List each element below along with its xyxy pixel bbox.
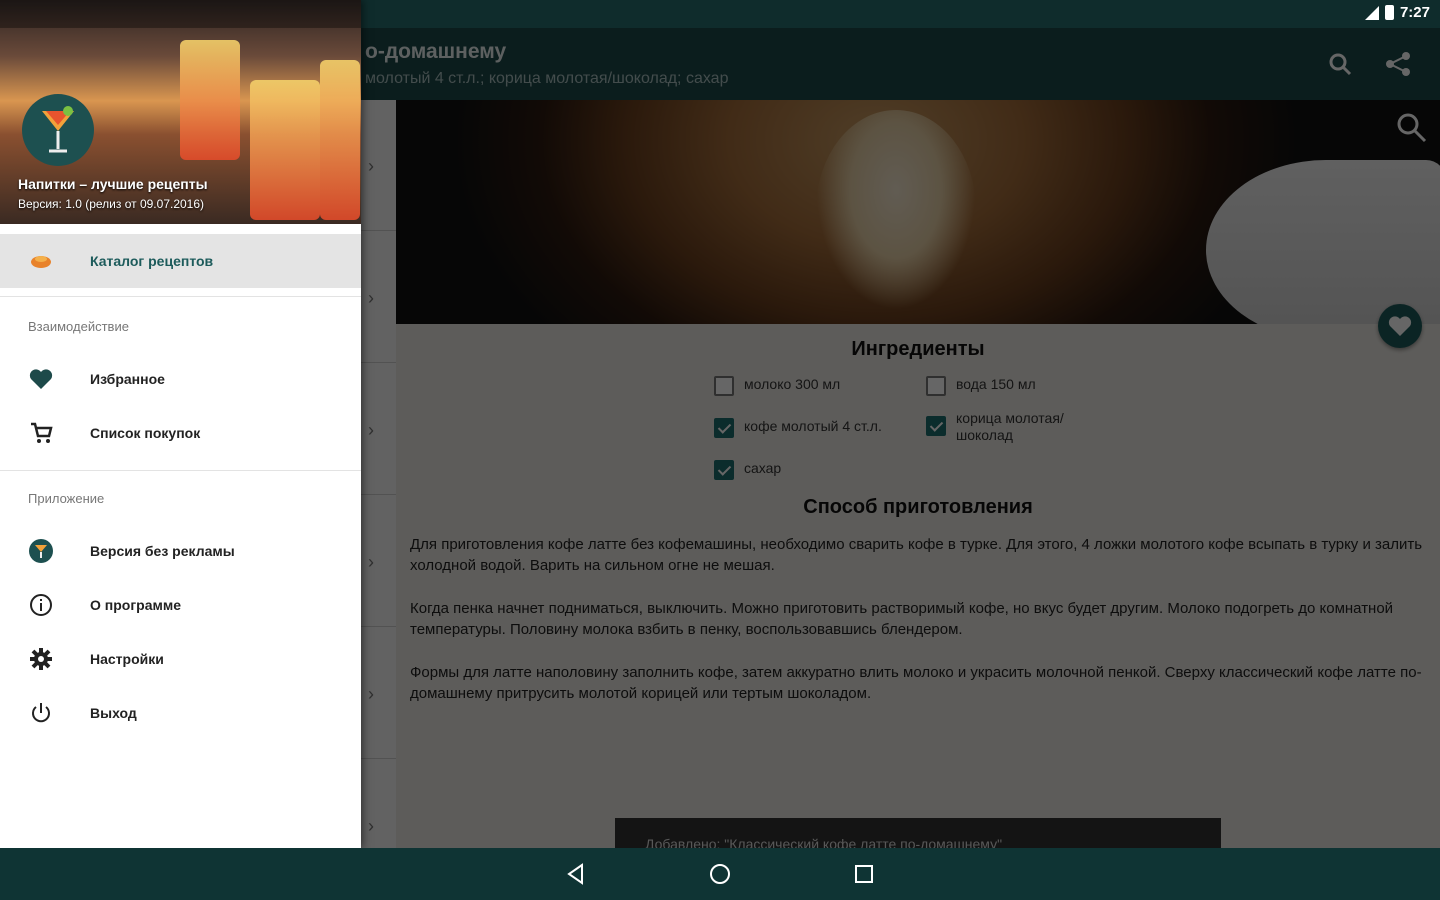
back-icon[interactable] [562,860,590,888]
chevron-right-icon: › [368,156,374,176]
info-icon [28,592,54,618]
ingredient-item[interactable]: молоко 300 мл [714,376,840,396]
power-icon [28,700,54,726]
system-nav-bar [0,848,1440,900]
divider [0,296,361,297]
divider [360,230,396,231]
app-version: Версия: 1.0 (релиз от 09.07.2016) [18,197,205,211]
heart-icon [28,366,54,392]
ingredient-label: кофе молотый 4 ст.л. [744,418,882,434]
nav-item-settings[interactable]: Настройки [0,632,361,686]
method-paragraph: Для приготовления кофе латте без кофемаш… [410,536,1423,574]
catalog-icon [28,248,54,274]
ingredient-item[interactable]: сахар [714,460,781,480]
ingredient-item[interactable]: корица молотая/ шоколад [926,410,1096,444]
ingredient-checkbox[interactable] [926,376,946,396]
gear-icon [28,646,54,672]
ingredient-item[interactable]: кофе молотый 4 ст.л. [714,418,882,438]
divider [360,362,396,363]
drawer-header: Напитки – лучшие рецепты Версия: 1.0 (ре… [0,0,361,224]
method-paragraph: Формы для латте наполовину заполнить коф… [410,664,1422,702]
latte-art [816,110,976,310]
ingredient-checkbox[interactable] [714,376,734,396]
ingredient-checkbox[interactable] [926,416,946,436]
share-icon[interactable] [1382,48,1414,80]
drink-glass-image [180,40,240,160]
group-label-interaction: Взаимодействие [28,319,129,334]
screen: 7:27 о-домашнему молотый 4 ст.л.; корица… [0,0,1440,900]
ingredients-title: Ингредиенты [851,338,985,360]
method-paragraph: Когда пенка начнет подниматься, выключит… [410,600,1394,638]
recipe-subtitle: молотый 4 ст.л.; корица молотая/шоколад;… [365,70,729,87]
nav-item-label: Список покупок [90,425,201,441]
nav-item-label: Выход [90,705,137,721]
chevron-right-icon: › [368,552,374,572]
divider [360,758,396,759]
nav-item-favorites[interactable]: Избранное [0,352,361,406]
cup-shape [1206,160,1440,324]
cocktail-icon [28,538,54,564]
ingredient-checkbox[interactable] [714,418,734,438]
signal-icon [1364,5,1379,20]
chevron-right-icon: › [368,816,374,836]
ingredient-label: вода 150 мл [956,376,1036,392]
recipe-photo [396,100,1440,324]
nav-item-label: Настройки [90,651,164,667]
recipe-body: Ингредиенты молоко 300 мл вода 150 мл ко… [396,324,1440,848]
ingredient-item[interactable]: вода 150 мл [926,376,1036,396]
zoom-icon[interactable] [1394,110,1428,149]
drink-glass-image [250,80,320,220]
ingredient-checkbox[interactable] [714,460,734,480]
nav-item-label: Избранное [90,371,165,387]
divider [360,494,396,495]
recipe-list-strip[interactable]: › › › › › › [360,100,396,848]
nav-item-exit[interactable]: Выход [0,686,361,740]
ingredient-label: сахар [744,460,782,476]
search-icon[interactable] [1324,48,1356,80]
ingredient-label: корица молотая/ шоколад [956,410,1064,443]
ingredient-label: молоко 300 мл [744,376,841,392]
status-overlay [0,0,361,28]
cart-icon [28,420,54,446]
cocktail-icon [42,106,74,153]
nav-item-label: Каталог рецептов [90,253,214,269]
nav-item-label: Версия без рекламы [90,543,235,559]
status-time: 7:27 [1399,4,1430,21]
method-title: Способ приготовления [803,496,1033,518]
nav-item-shopping-list[interactable]: Список покупок [0,406,361,460]
status-icons: 7:27 [1364,4,1430,21]
divider [360,626,396,627]
divider [0,470,361,471]
chevron-right-icon: › [368,288,374,308]
home-icon[interactable] [706,860,734,888]
recents-icon[interactable] [850,860,878,888]
nav-item-about[interactable]: О программе [0,578,361,632]
nav-item-catalog[interactable]: Каталог рецептов [0,234,361,288]
chevron-right-icon: › [368,684,374,704]
navigation-drawer: Напитки – лучшие рецепты Версия: 1.0 (ре… [0,0,361,848]
app-logo [22,94,94,166]
app-name: Напитки – лучшие рецепты [18,176,208,192]
battery-icon [1384,5,1394,20]
recipe-title: о-домашнему [365,40,507,63]
nav-item-label: О программе [90,597,182,613]
group-label-app: Приложение [28,491,105,506]
nav-item-no-ads[interactable]: Версия без рекламы [0,524,361,578]
chevron-right-icon: › [368,420,374,440]
drink-glass-image [320,60,360,220]
